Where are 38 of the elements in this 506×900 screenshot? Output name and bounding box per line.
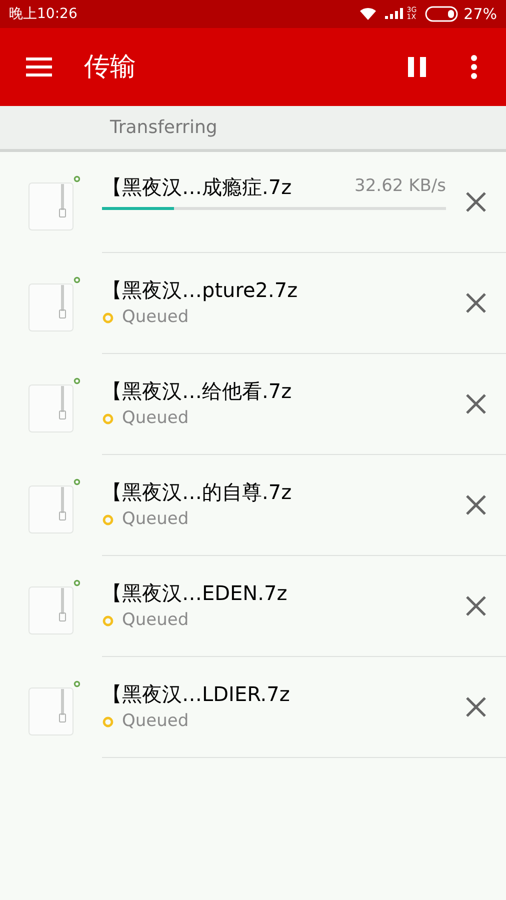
close-icon <box>465 595 487 617</box>
file-name: 【黑夜汉…EDEN.7z <box>102 580 288 607</box>
status-ring-icon <box>102 716 114 728</box>
status-ring-icon <box>102 312 114 324</box>
zip-file-icon <box>28 478 80 534</box>
close-icon <box>465 696 487 718</box>
wifi-icon <box>358 7 377 21</box>
status-ring-icon <box>102 412 114 424</box>
more-icon <box>470 55 478 79</box>
signal-icon <box>384 8 405 20</box>
status-ring-icon <box>102 614 114 626</box>
transfer-speed: 32.62 KB/s <box>354 174 446 198</box>
close-icon <box>465 494 487 516</box>
close-icon <box>465 393 487 415</box>
zip-file-icon <box>28 174 80 230</box>
status-text: Queued <box>122 306 189 329</box>
page-title: 传输 <box>84 50 136 84</box>
status-text: Queued <box>122 608 189 632</box>
file-name: 【黑夜汉…给他看.7z <box>102 378 293 405</box>
zip-file-icon <box>28 276 80 332</box>
file-name: 【黑夜汉…LDIER.7z <box>102 680 291 708</box>
zip-file-icon <box>28 376 80 432</box>
close-icon <box>465 292 487 314</box>
file-name: 【黑夜汉…的自尊.7z <box>102 478 293 506</box>
pause-icon <box>408 57 426 77</box>
status-text: Queued <box>122 710 189 733</box>
file-name: 【黑夜汉…pture2.7z <box>102 276 299 304</box>
battery-percent: 27% <box>464 4 497 25</box>
menu-icon <box>26 57 52 77</box>
clock: 晚上10:26 <box>9 4 78 24</box>
zip-file-icon <box>28 578 80 634</box>
status-text: Queued <box>122 406 189 430</box>
file-name: 【黑夜汉…成瘾症.7z <box>102 174 292 200</box>
status-ring-icon <box>102 514 114 526</box>
status-text: Queued <box>122 508 189 531</box>
zip-file-icon <box>28 680 80 736</box>
close-icon <box>465 191 487 213</box>
section-title: Transferring <box>110 116 218 140</box>
